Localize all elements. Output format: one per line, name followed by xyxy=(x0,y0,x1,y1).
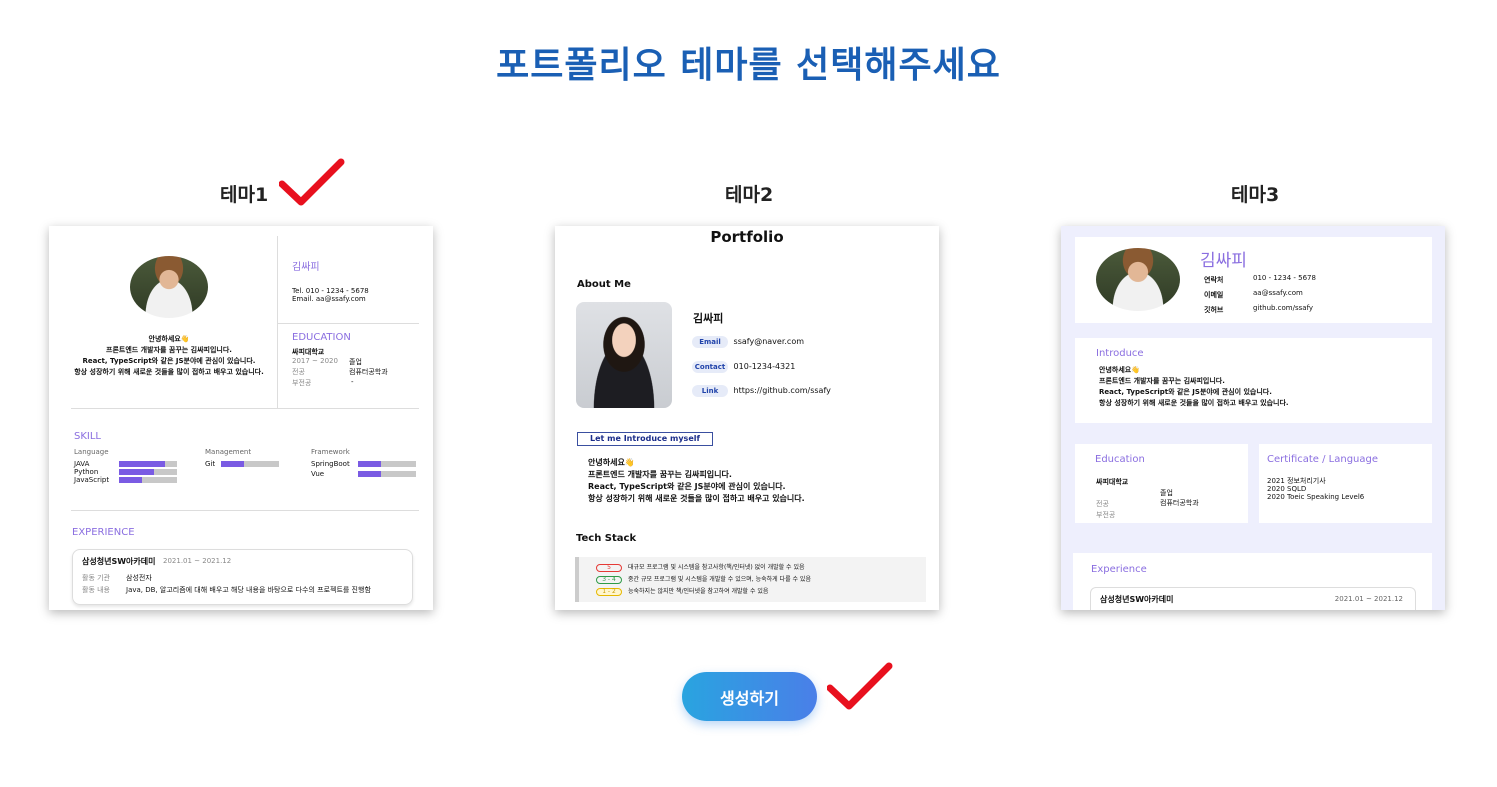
skill-group-framework: Framework SpringBoot Vue xyxy=(311,448,416,480)
major: 컴퓨터공학과 xyxy=(349,368,388,376)
school: 싸피대학교 xyxy=(292,348,325,356)
intro: 안녕하세요👋 프론트엔드 개발자를 꿈꾸는 김싸피입니다. React, Typ… xyxy=(74,335,264,376)
education-section: Education 싸피대학교 졸업 전공 컴퓨터공학과 부전공 xyxy=(1075,444,1248,523)
theme2-card[interactable]: Portfolio About Me 김싸피 Email ssafy@naver… xyxy=(555,226,939,610)
tech-heading: Tech Stack xyxy=(576,533,637,544)
major-label: 전공 xyxy=(292,368,305,376)
divider xyxy=(71,510,419,511)
skill-heading: SKILL xyxy=(74,431,101,442)
name: 김싸피 xyxy=(1200,251,1247,271)
selected-check-icon xyxy=(279,158,345,206)
intro: 안녕하세요👋 프론트엔드 개발자를 꿈꾸는 김싸피입니다. React, Typ… xyxy=(588,458,805,503)
divider xyxy=(277,323,419,324)
profile-photo xyxy=(1096,248,1180,311)
about-heading: About Me xyxy=(577,279,631,290)
experience-card: 삼성청년SW아카데미 2021.01 ~ 2021.12 xyxy=(1090,587,1416,610)
skill-group-management: Management Git xyxy=(205,448,279,468)
intro-heading: Let me Introduce myself xyxy=(577,432,713,446)
confirm-check-icon xyxy=(827,662,893,710)
certificate-section: Certificate / Language 2021 정보처리기사 2020 … xyxy=(1259,444,1432,523)
profile-section: 김싸피 연락처 010 - 1234 - 5678 이메일 aa@ssafy.c… xyxy=(1075,237,1432,323)
experience-card: 삼성청년SW아카데미 2021.01 ~ 2021.12 활동 기관 삼성전자 … xyxy=(72,549,413,605)
skill-bar xyxy=(358,461,416,467)
link-row: Link https://github.com/ssafy xyxy=(692,385,831,397)
status: 졸업 xyxy=(349,358,362,366)
page-title: 포트폴리오 테마를 선택해주세요 xyxy=(496,45,1001,86)
contact-row: Contact 010-1234-4321 xyxy=(692,361,795,373)
theme2-label: 테마2 xyxy=(725,184,774,206)
profile-photo xyxy=(576,302,672,408)
email: Email. aa@ssafy.com xyxy=(292,295,366,303)
skill-bar xyxy=(119,477,177,483)
introduce-section: Introduce 안녕하세요👋 프론트엔드 개발자를 꿈꾸는 김싸피입니다. … xyxy=(1075,338,1432,423)
skill-bar xyxy=(119,469,177,475)
experience-heading: EXPERIENCE xyxy=(72,527,135,538)
theme1-card[interactable]: 김싸피 Tel. 010 - 1234 - 5678 Email. aa@ssa… xyxy=(49,226,433,610)
period: 2017 ~ 2020 xyxy=(292,357,338,365)
minor-label: 부전공 xyxy=(292,379,312,387)
theme3-card[interactable]: 김싸피 연락처 010 - 1234 - 5678 이메일 aa@ssafy.c… xyxy=(1061,226,1445,610)
divider xyxy=(277,236,278,408)
email-row: Email ssafy@naver.com xyxy=(692,336,804,348)
tel: Tel. 010 - 1234 - 5678 xyxy=(292,287,369,295)
profile-photo xyxy=(130,256,208,318)
level-legend: 5 대규모 프로그램 및 시스템을 참고사항(책/인터넷) 없이 개발할 수 있음… xyxy=(575,557,926,602)
education-heading: EDUCATION xyxy=(292,332,351,343)
experience-section: Experience 삼성청년SW아카데미 2021.01 ~ 2021.12 xyxy=(1073,553,1432,610)
skill-bar xyxy=(358,471,416,477)
theme3-label: 테마3 xyxy=(1231,184,1280,206)
name: 김싸피 xyxy=(292,262,320,273)
generate-button[interactable]: 생성하기 xyxy=(682,672,817,721)
divider xyxy=(71,408,419,409)
name: 김싸피 xyxy=(693,312,724,325)
skill-bar xyxy=(221,461,279,467)
theme1-label: 테마1 xyxy=(220,184,269,206)
skill-bar xyxy=(119,461,177,467)
portfolio-title: Portfolio xyxy=(710,228,784,246)
minor: - xyxy=(351,378,354,386)
skill-group-language: Language JAVA Python JavaScript xyxy=(74,448,177,484)
